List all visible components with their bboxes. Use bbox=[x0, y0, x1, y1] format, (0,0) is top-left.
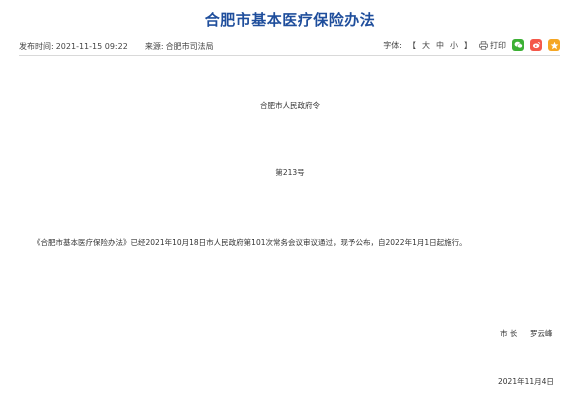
qzone-icon[interactable] bbox=[548, 39, 560, 51]
signer-name: 罗云峰 bbox=[530, 329, 553, 338]
issue-date: 2021年11月4日 bbox=[498, 377, 554, 386]
font-size-medium[interactable]: 中 bbox=[436, 40, 444, 51]
header-divider bbox=[19, 55, 560, 56]
article-meta: 发布时间: 2021-11-15 09:22 来源: 合肥市司法局 bbox=[19, 41, 216, 52]
bracket-close: 】 bbox=[464, 40, 472, 50]
publish-time: 2021-11-15 09:22 bbox=[55, 42, 128, 51]
wechat-icon[interactable] bbox=[512, 39, 524, 51]
source-name: 合肥市司法局 bbox=[165, 42, 214, 51]
star-glyph bbox=[550, 41, 558, 49]
order-number: 第213号 bbox=[275, 168, 305, 177]
bracket-open: 【 bbox=[408, 40, 416, 50]
font-size-label: 字体: bbox=[383, 40, 402, 50]
publish-time-label: 发布时间: bbox=[19, 42, 54, 51]
print-button[interactable]: 打印 bbox=[479, 40, 506, 51]
page-title: 合肥市基本医疗保险办法 bbox=[204, 11, 376, 29]
print-label: 打印 bbox=[490, 40, 506, 50]
issuer-line: 合肥市人民政府令 bbox=[260, 101, 320, 110]
article-toolbar: 字体: 【 大 中 小 】 打印 bbox=[383, 38, 560, 52]
printer-icon bbox=[479, 40, 488, 50]
announcement-paragraph: 《合肥市基本医疗保险办法》已经2021年10月18日市人民政府第101次常务会议… bbox=[33, 238, 467, 247]
weibo-glyph bbox=[532, 41, 540, 49]
font-size-small[interactable]: 小 bbox=[450, 40, 458, 51]
weibo-icon[interactable] bbox=[530, 39, 542, 51]
source-label: 来源: bbox=[144, 42, 164, 51]
wechat-glyph bbox=[514, 41, 523, 49]
font-size-large[interactable]: 大 bbox=[422, 40, 430, 51]
signer-title: 市 长 bbox=[500, 329, 518, 338]
